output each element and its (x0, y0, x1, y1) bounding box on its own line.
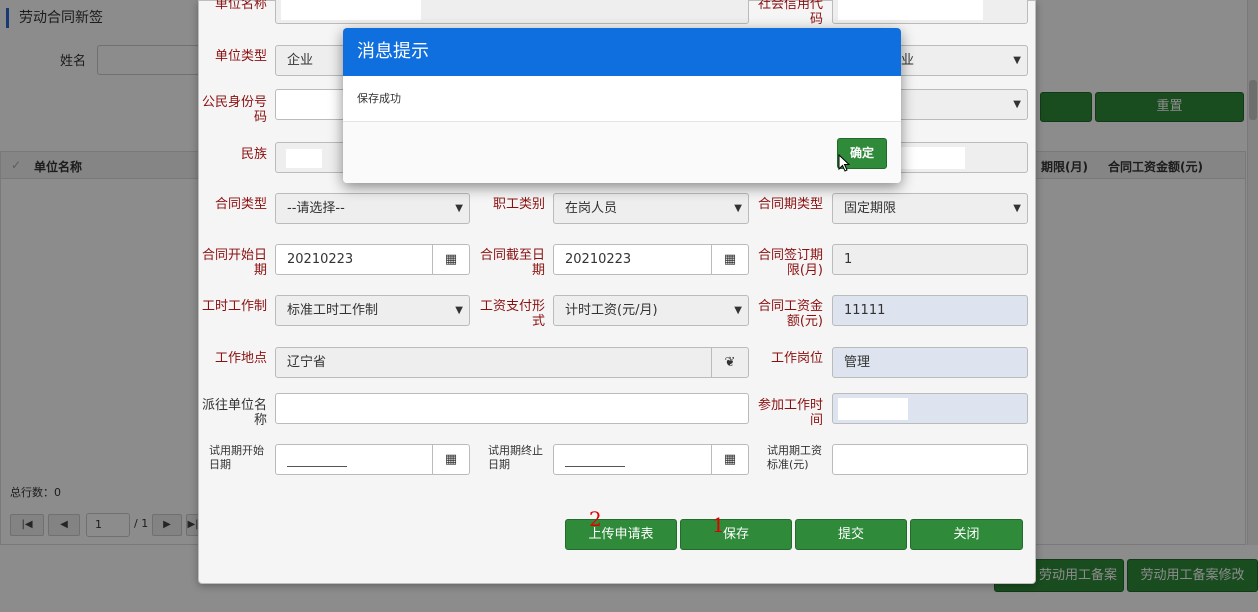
contract-type-value: --请选择-- (287, 201, 345, 216)
redacted-credit-code (838, 0, 983, 20)
unit-type-value: 企业 (287, 53, 314, 68)
calendar-icon[interactable]: ▦ (711, 245, 748, 274)
calendar-icon[interactable]: ▦ (711, 445, 748, 474)
start-date-field[interactable]: 20210223 ▦ (275, 244, 470, 275)
ethnicity-label: 民族 (240, 147, 267, 162)
unit-name-field[interactable] (275, 0, 749, 24)
wage-amount-field[interactable]: 11111 (832, 295, 1028, 326)
wage-payment-select[interactable]: 计时工资(元/月) ▼ (553, 295, 749, 326)
wage-amount-value: 11111 (844, 303, 886, 318)
wage-amount-label: 合同工资金额(元) (757, 299, 823, 329)
mouse-cursor-icon (838, 154, 850, 172)
probation-wage-label: 试用期工资标准(元) (767, 444, 822, 471)
close-button[interactable]: 关闭 (910, 519, 1023, 550)
annotation-1: 1 (712, 513, 725, 537)
citizen-id-label: 公民身份号码 (201, 95, 267, 125)
submit-button[interactable]: 提交 (795, 519, 907, 550)
employee-category-value: 在岗人员 (565, 201, 618, 216)
annotation-2: 2 (589, 507, 602, 531)
contract-term-type-value: 固定期限 (844, 201, 897, 216)
probation-start-label: 试用期开始日期 (209, 444, 264, 471)
employee-category-label: 职工类别 (492, 197, 545, 212)
join-work-time-label: 参加工作时间 (757, 398, 823, 428)
underline (287, 466, 347, 467)
calendar-icon[interactable]: ▦ (432, 445, 469, 474)
chevron-down-icon: ▼ (1013, 203, 1021, 214)
work-location-value: 辽宁省 (287, 355, 327, 370)
dialog-footer (343, 122, 901, 183)
signed-term-field[interactable]: 1 (832, 244, 1028, 275)
end-date-field[interactable]: 20210223 ▦ (553, 244, 749, 275)
credit-code-field[interactable] (832, 0, 1028, 24)
dialog-message: 保存成功 (343, 76, 901, 122)
start-date-label: 合同开始日期 (201, 248, 267, 278)
work-hours-select[interactable]: 标准工时工作制 ▼ (275, 295, 470, 326)
probation-wage-field[interactable] (832, 444, 1028, 475)
unit-type-label: 单位类型 (214, 49, 267, 64)
chevron-down-icon: ▼ (455, 203, 463, 214)
probation-end-field[interactable]: ▦ (553, 444, 749, 475)
join-work-time-field[interactable] (832, 393, 1028, 424)
contract-type-label: 合同类型 (214, 197, 267, 212)
upload-application-button[interactable]: 上传申请表 (565, 519, 677, 550)
message-dialog: 消息提示 保存成功 确定 (343, 28, 901, 183)
unit-name-label: 单位名称 (214, 0, 267, 12)
job-position-value: 管理 (844, 355, 871, 370)
job-position-field[interactable]: 管理 (832, 347, 1028, 378)
contract-term-type-select[interactable]: 固定期限 ▼ (832, 193, 1028, 224)
contract-type-select[interactable]: --请选择-- ▼ (275, 193, 470, 224)
redacted-unit-name (281, 0, 421, 20)
signed-term-label: 合同签订期限(月) (757, 248, 823, 278)
calendar-icon[interactable]: ▦ (432, 245, 469, 274)
work-hours-label: 工时工作制 (201, 299, 267, 314)
probation-end-label: 试用期终止日期 (488, 444, 543, 471)
end-date-label: 合同截至日期 (479, 248, 545, 278)
employee-category-select[interactable]: 在岗人员 ▼ (553, 193, 749, 224)
wage-payment-value: 计时工资(元/月) (565, 303, 658, 318)
signed-term-value: 1 (844, 252, 853, 267)
chevron-down-icon: ▼ (734, 203, 742, 214)
contract-term-type-label: 合同期类型 (757, 197, 823, 212)
chevron-down-icon: ▼ (455, 305, 463, 316)
work-location-label: 工作地点 (214, 351, 267, 366)
work-location-field[interactable]: 辽宁省 ❦ (275, 347, 749, 378)
redacted-birth-date (901, 147, 965, 169)
chevron-down-icon: ▼ (1013, 55, 1021, 66)
credit-code-label: 社会信用代码 (757, 0, 823, 27)
leaf-icon[interactable]: ❦ (711, 348, 748, 377)
save-button[interactable]: 保存 (680, 519, 792, 550)
chevron-down-icon: ▼ (734, 305, 742, 316)
end-date-value: 20210223 (565, 252, 632, 267)
underline (565, 466, 625, 467)
chevron-down-icon: ▼ (1013, 99, 1021, 110)
probation-start-field[interactable]: ▦ (275, 444, 470, 475)
wage-payment-label: 工资支付形式 (479, 299, 545, 329)
start-date-value: 20210223 (287, 252, 354, 267)
work-hours-value: 标准工时工作制 (287, 303, 379, 318)
industry-value: 业 (901, 53, 915, 68)
job-position-label: 工作岗位 (770, 351, 823, 366)
redacted-join-time (838, 398, 908, 420)
redacted-ethnicity (286, 149, 322, 168)
dispatch-unit-field[interactable] (275, 393, 749, 424)
dispatch-unit-label: 派往单位名称 (201, 398, 267, 428)
dialog-title: 消息提示 (343, 28, 901, 76)
